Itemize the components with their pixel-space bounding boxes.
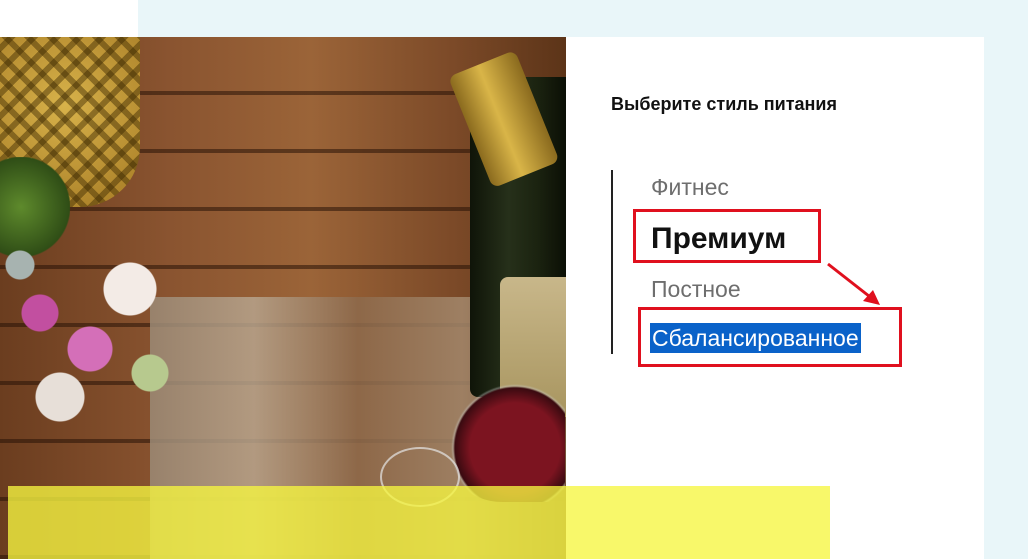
- annotation-box-premium: [633, 209, 821, 263]
- yellow-overlay-band: [8, 486, 830, 559]
- diet-style-title: Выберите стиль питания: [611, 94, 837, 114]
- bottle-neck-image: [448, 50, 560, 189]
- options-divider-line: [611, 170, 613, 354]
- flowers-image: [0, 217, 200, 457]
- diet-option-lenten[interactable]: Постное: [651, 276, 741, 303]
- annotation-arrow-icon: [827, 262, 880, 305]
- hero-photo: [0, 37, 566, 559]
- diet-option-fitness[interactable]: Фитнес: [651, 174, 729, 201]
- diet-style-card: Выберите стиль питания Фитнес Премиум По…: [566, 37, 984, 559]
- top-white-strip: [0, 0, 138, 37]
- annotation-box-balanced: [638, 307, 902, 367]
